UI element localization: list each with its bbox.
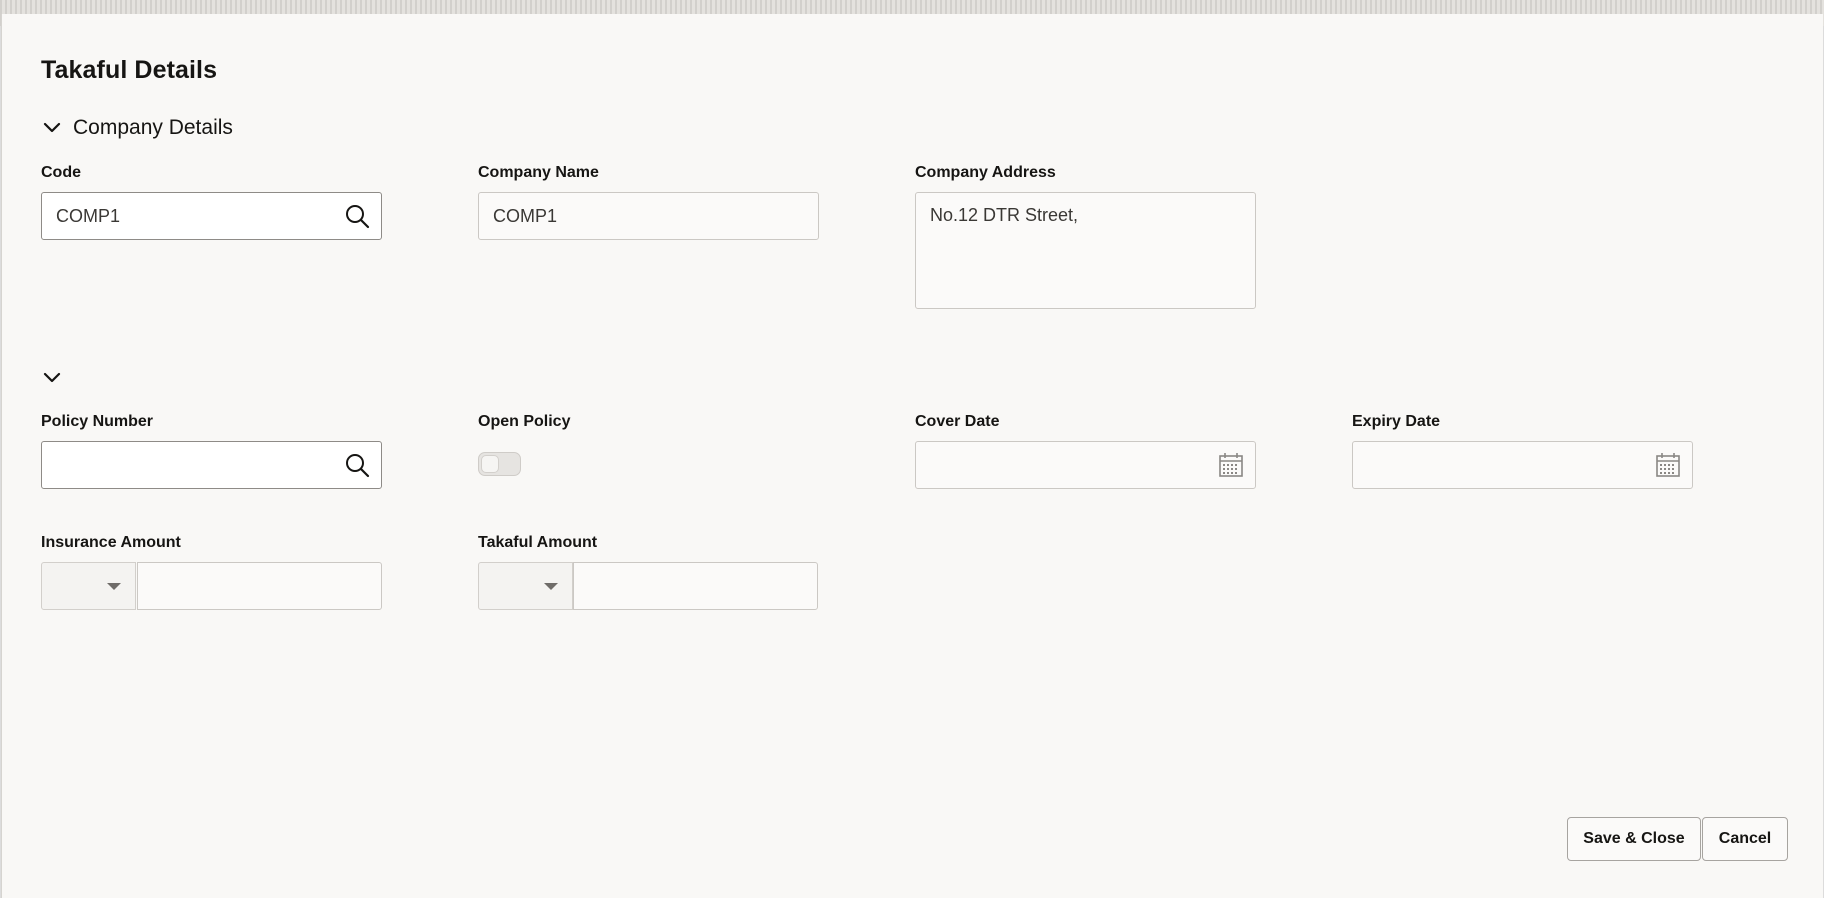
- expiry-date-input[interactable]: [1352, 441, 1693, 489]
- company-details-section-title: Company Details: [73, 116, 233, 139]
- chevron-down-icon: [41, 367, 63, 389]
- cover-date-input[interactable]: [915, 441, 1256, 489]
- insurance-amount-label: Insurance Amount: [41, 534, 181, 551]
- toggle-knob: [481, 455, 499, 473]
- takaful-currency-select[interactable]: [478, 562, 573, 610]
- company-address-label: Company Address: [915, 164, 1056, 181]
- insurance-amount-input[interactable]: [137, 562, 382, 610]
- code-value: COMP1: [56, 205, 121, 226]
- code-input[interactable]: COMP1: [41, 192, 382, 240]
- save-close-button[interactable]: Save & Close: [1567, 817, 1701, 861]
- dialog-title: Takaful Details: [41, 56, 218, 84]
- policy-section-toggle[interactable]: [41, 364, 73, 392]
- calendar-icon[interactable]: [1655, 452, 1681, 478]
- cover-date-label: Cover Date: [915, 413, 1000, 430]
- caret-down-icon: [107, 583, 121, 590]
- caret-down-icon: [544, 583, 558, 590]
- open-policy-label: Open Policy: [478, 413, 571, 430]
- company-details-section-toggle[interactable]: Company Details: [41, 114, 233, 142]
- company-name-value: COMP1: [493, 205, 558, 226]
- insurance-currency-select[interactable]: [41, 562, 136, 610]
- company-name-field: COMP1: [478, 192, 819, 240]
- takaful-details-dialog: Takaful Details Company Details Code COM…: [1, 14, 1823, 898]
- search-icon[interactable]: [344, 203, 370, 229]
- policy-number-label: Policy Number: [41, 413, 154, 430]
- chevron-down-icon: [41, 117, 63, 139]
- cancel-button[interactable]: Cancel: [1702, 817, 1788, 861]
- takaful-amount-label: Takaful Amount: [478, 534, 598, 551]
- company-name-label: Company Name: [478, 164, 599, 181]
- company-address-value: No.12 DTR Street,: [930, 205, 1079, 225]
- search-icon[interactable]: [344, 452, 370, 478]
- open-policy-toggle[interactable]: [478, 452, 521, 476]
- company-address-field: No.12 DTR Street,: [915, 192, 1256, 309]
- expiry-date-label: Expiry Date: [1352, 413, 1441, 430]
- takaful-amount-input[interactable]: [573, 562, 818, 610]
- calendar-icon[interactable]: [1218, 452, 1244, 478]
- policy-number-input[interactable]: [41, 441, 382, 489]
- code-label: Code: [41, 164, 81, 181]
